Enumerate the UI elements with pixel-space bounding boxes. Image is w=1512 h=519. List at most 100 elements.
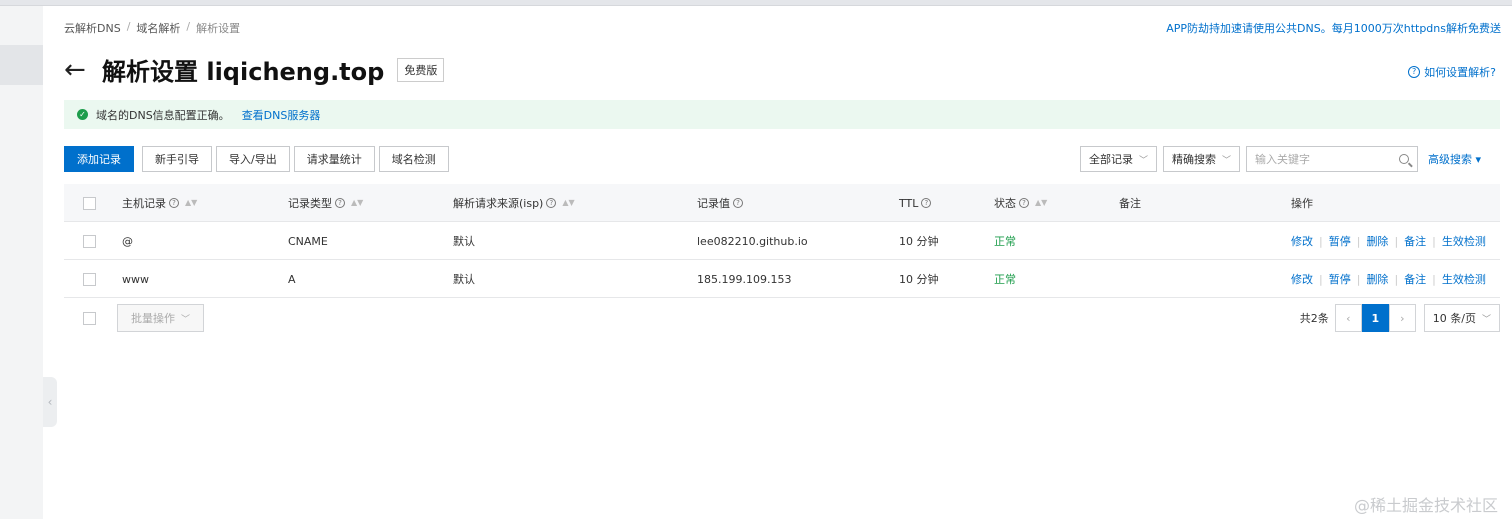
cell-type: CNAME: [288, 234, 328, 248]
row-actions: 修改 | 暂停 | 删除 | 备注 | 生效检测: [1291, 271, 1486, 287]
help-icon: ?: [169, 198, 179, 208]
header-value: 记录值?: [697, 184, 743, 222]
edit-link[interactable]: 修改: [1291, 233, 1313, 249]
prev-page-button[interactable]: ‹: [1334, 304, 1362, 332]
request-stats-button[interactable]: 请求量统计: [293, 146, 375, 172]
top-strip: [0, 0, 1512, 6]
pause-link[interactable]: 暂停: [1329, 271, 1351, 287]
help-icon: ?: [1019, 198, 1029, 208]
cell-ttl: 10 分钟: [899, 235, 939, 248]
page-size-label: 10 条/页: [1432, 312, 1476, 325]
sort-icon: ▲▼: [185, 198, 198, 207]
next-page-button[interactable]: ›: [1388, 304, 1416, 332]
cell-value: lee082210.github.io: [697, 234, 808, 248]
help-icon: ?: [921, 198, 932, 208]
effect-check-link[interactable]: 生效检测: [1442, 233, 1486, 249]
edition-badge: 免费版: [397, 57, 445, 82]
record-filter-label: 全部记录: [1089, 153, 1133, 166]
breadcrumb-item-dns[interactable]: 云解析DNS: [64, 20, 121, 36]
advanced-search-link[interactable]: 高级搜索 ▾: [1428, 151, 1481, 167]
toolbar: 添加记录 新手引导 导入/导出 请求量统计 域名检测: [64, 146, 449, 172]
filters: 全部记录 ﹀ 精确搜索 ﹀ 输入关键字 高级搜索 ▾: [1080, 146, 1481, 172]
search-mode-select[interactable]: 精确搜索 ﹀: [1163, 146, 1241, 172]
page-1-button[interactable]: 1: [1361, 304, 1389, 332]
search-placeholder: 输入关键字: [1255, 153, 1311, 166]
check-circle-icon: ✓: [77, 109, 88, 120]
chevron-down-icon: ﹀: [1481, 314, 1491, 325]
sort-icon: ▲▼: [1035, 198, 1048, 207]
row-checkbox[interactable]: [83, 260, 96, 298]
footer-select-all-checkbox[interactable]: [83, 312, 96, 325]
total-count: 共2条: [1299, 312, 1329, 325]
sort-icon: ▲▼: [351, 198, 364, 207]
header-host[interactable]: 主机记录? ▲▼: [122, 184, 197, 222]
header-actions: 操作: [1291, 197, 1313, 210]
remark-link[interactable]: 备注: [1404, 233, 1426, 249]
left-sidebar: [0, 6, 43, 519]
cell-ttl: 10 分钟: [899, 273, 939, 286]
cell-host: www: [122, 272, 149, 286]
help-icon: ?: [546, 198, 557, 208]
cell-isp: 默认: [453, 273, 475, 286]
promo-link[interactable]: APP防劫持加速请使用公共DNS。每月1000万次httpdns解析免费送: [1166, 20, 1501, 36]
table-header: 主机记录? ▲▼ 记录类型? ▲▼ 解析请求来源(isp)? ▲▼ 记录值? TTL?…: [64, 184, 1500, 222]
chevron-down-icon: ﹀: [1222, 155, 1232, 166]
breadcrumb-separator: /: [186, 20, 191, 33]
batch-actions-label: 批量操作: [130, 312, 175, 325]
table-row: www A 默认 185.199.109.153 10 分钟 正常 修改 | 暂停…: [64, 260, 1500, 298]
table-row: @ CNAME 默认 lee082210.github.io 10 分钟 正常 …: [64, 222, 1500, 260]
cell-isp: 默认: [453, 235, 475, 248]
page-size-select[interactable]: 10 条/页 ﹀: [1423, 304, 1500, 332]
cell-status: 正常: [994, 235, 1016, 248]
sort-icon: ▲▼: [562, 198, 575, 207]
sidebar-active-item[interactable]: [0, 45, 43, 85]
collapse-sidebar-handle[interactable]: ‹: [43, 377, 57, 427]
guide-button[interactable]: 新手引导: [142, 146, 212, 172]
batch-actions-button[interactable]: 批量操作 ﹀: [117, 304, 204, 332]
pagination: 共2条 ‹ 1 › 10 条/页 ﹀: [1300, 304, 1500, 332]
back-arrow-icon[interactable]: ←: [64, 55, 98, 85]
record-filter-select[interactable]: 全部记录 ﹀: [1080, 146, 1158, 172]
row-checkbox[interactable]: [83, 222, 96, 260]
effect-check-link[interactable]: 生效检测: [1442, 271, 1486, 287]
notice-message: 域名的DNS信息配置正确。: [96, 108, 230, 122]
edit-link[interactable]: 修改: [1291, 271, 1313, 287]
search-icon[interactable]: [1399, 154, 1410, 164]
search-input[interactable]: 输入关键字: [1246, 146, 1419, 172]
cell-status: 正常: [994, 273, 1016, 286]
records-table: 主机记录? ▲▼ 记录类型? ▲▼ 解析请求来源(isp)? ▲▼ 记录值? TTL?…: [64, 184, 1500, 298]
add-record-button[interactable]: 添加记录: [64, 146, 134, 172]
table-footer: 批量操作 ﹀ 共2条 ‹ 1 › 10 条/页 ﹀: [64, 304, 1500, 334]
chevron-down-icon: ﹀: [180, 314, 190, 325]
view-dns-servers-link[interactable]: 查看DNS服务器: [242, 107, 321, 123]
select-all-checkbox[interactable]: [83, 184, 96, 222]
watermark: @稀土掘金技术社区: [1353, 496, 1498, 515]
page-title: 解析设置 liqicheng.top: [102, 58, 385, 86]
header-remark: 备注: [1119, 197, 1141, 210]
header-isp[interactable]: 解析请求来源(isp)? ▲▼: [453, 184, 575, 222]
header-type[interactable]: 记录类型? ▲▼: [288, 184, 363, 222]
import-export-button[interactable]: 导入/导出: [216, 146, 290, 172]
domain-check-button[interactable]: 域名检测: [378, 146, 449, 172]
delete-link[interactable]: 删除: [1366, 271, 1388, 287]
help-link[interactable]: ? 如何设置解析?: [1408, 64, 1496, 80]
header-ttl: TTL?: [899, 184, 932, 222]
chevron-left-icon: ‹: [47, 395, 53, 409]
remark-link[interactable]: 备注: [1404, 271, 1426, 287]
dns-notice: ✓ 域名的DNS信息配置正确。 查看DNS服务器: [64, 100, 1500, 129]
help-icon: ?: [335, 198, 345, 208]
breadcrumb: 云解析DNS / 域名解析 / 解析设置: [64, 20, 240, 36]
header-status[interactable]: 状态? ▲▼: [994, 184, 1047, 222]
question-icon: ?: [1408, 66, 1421, 78]
search-mode-label: 精确搜索: [1172, 153, 1217, 166]
cell-value: 185.199.109.153: [697, 272, 792, 286]
breadcrumb-item-domain[interactable]: 域名解析: [136, 20, 180, 36]
breadcrumb-separator: /: [126, 20, 131, 33]
title-row: ← 解析设置 liqicheng.top 免费版: [64, 52, 445, 87]
help-link-label: 如何设置解析?: [1424, 66, 1496, 79]
cell-type: A: [288, 272, 296, 286]
chevron-down-icon: ﹀: [1139, 155, 1149, 166]
delete-link[interactable]: 删除: [1366, 233, 1388, 249]
help-icon: ?: [733, 198, 743, 208]
pause-link[interactable]: 暂停: [1329, 233, 1351, 249]
